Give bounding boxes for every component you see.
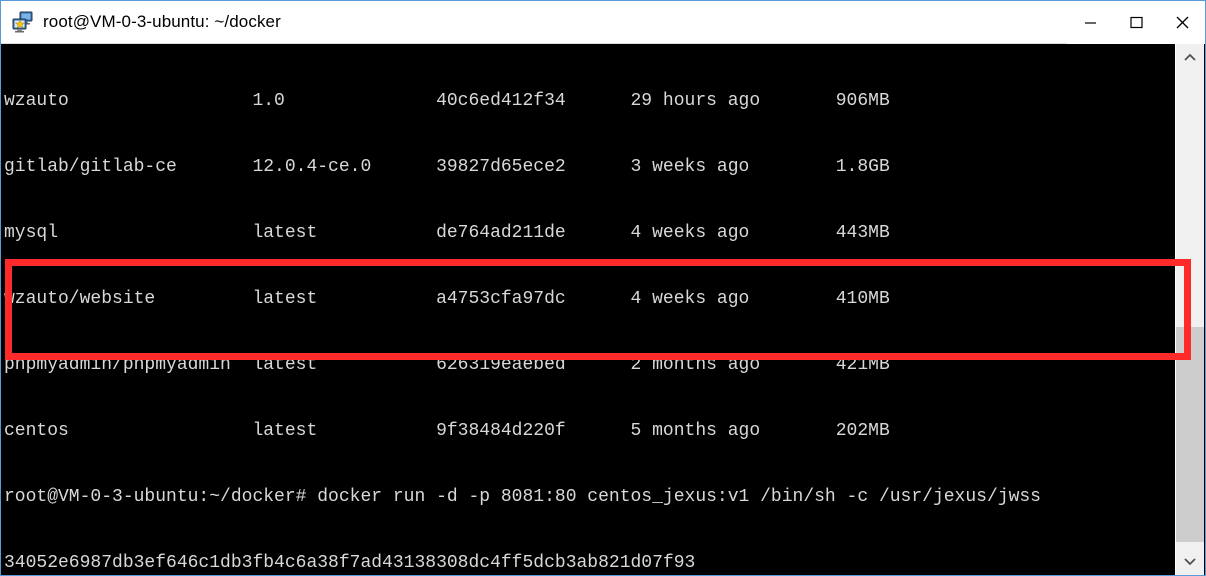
terminal-line: gitlab/gitlab-ce 12.0.4-ce.0 39827d65ece…: [4, 157, 890, 177]
terminal-line: centos latest 9f38484d220f 5 months ago …: [4, 421, 890, 441]
scrollbar-track[interactable]: [1176, 72, 1204, 547]
putty-icon: [12, 11, 34, 33]
vertical-scrollbar[interactable]: [1175, 44, 1204, 575]
close-button[interactable]: [1159, 1, 1205, 44]
window-controls: [1067, 1, 1205, 44]
terminal-line: wzauto/website latest a4753cfa97dc 4 wee…: [4, 289, 890, 309]
window-title: root@VM-0-3-ubuntu: ~/docker: [43, 12, 281, 31]
maximize-button[interactable]: [1113, 1, 1159, 44]
terminal-text: wzauto 1.0 40c6ed412f34 29 hours ago 906…: [4, 46, 1063, 575]
terminal-output-area[interactable]: wzauto 1.0 40c6ed412f34 29 hours ago 906…: [2, 44, 1176, 575]
terminal-line: phpmyadmin/phpmyadmin latest 626319eaebe…: [4, 355, 890, 375]
scrollbar-thumb[interactable]: [1176, 327, 1204, 542]
scroll-down-arrow-icon[interactable]: [1176, 547, 1204, 575]
title-bar[interactable]: root@VM-0-3-ubuntu: ~/docker: [1, 1, 1205, 44]
terminal-line: 34052e6987db3ef646c1db3fb4c6a38f7ad43138…: [4, 553, 696, 573]
scroll-up-arrow-icon[interactable]: [1176, 44, 1204, 72]
terminal-line: mysql latest de764ad211de 4 weeks ago 44…: [4, 223, 890, 243]
putty-terminal-window: root@VM-0-3-ubuntu: ~/docker wzauto 1.0 …: [0, 0, 1206, 576]
terminal-line: root@VM-0-3-ubuntu:~/docker# docker run …: [4, 487, 1041, 507]
terminal-line: wzauto 1.0 40c6ed412f34 29 hours ago 906…: [4, 91, 890, 111]
minimize-button[interactable]: [1067, 1, 1113, 44]
